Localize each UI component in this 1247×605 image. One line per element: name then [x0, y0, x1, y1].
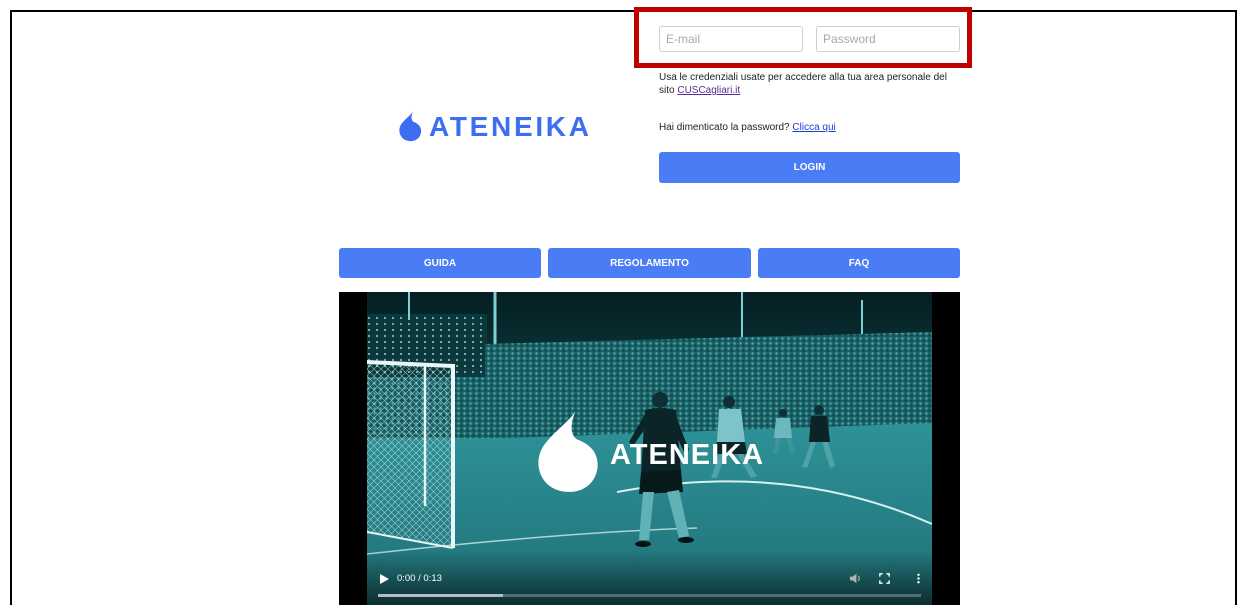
more-options-button[interactable] [912, 572, 925, 585]
forgot-password-text: Hai dimenticato la password? Clicca qui [659, 121, 836, 134]
faq-button[interactable]: FAQ [758, 248, 960, 278]
credentials-note: Usa le credenziali usate per accedere al… [659, 71, 959, 97]
logo-wordmark: ATENEIKA [429, 111, 592, 142]
reset-password-link[interactable]: Clicca qui [792, 122, 835, 133]
play-button[interactable] [378, 573, 390, 585]
time-display: 0:00 / 0:13 [397, 573, 442, 584]
cuscagliari-link[interactable]: CUSCagliari.it [677, 85, 740, 96]
fullscreen-icon [879, 573, 890, 584]
more-options-icon [917, 573, 920, 584]
fullscreen-button[interactable] [878, 572, 891, 585]
volume-button[interactable] [849, 572, 862, 585]
guida-button[interactable]: GUIDA [339, 248, 541, 278]
ateneika-logo: ATENEIKA [397, 111, 592, 142]
progress-bar[interactable] [378, 594, 921, 597]
video-frame[interactable]: ATENEIKA [367, 292, 932, 605]
email-input[interactable] [659, 26, 803, 52]
flame-drop-icon [399, 111, 422, 142]
buffered-bar [378, 594, 503, 597]
goal-net [367, 360, 455, 549]
regolamento-button[interactable]: REGOLAMENTO [548, 248, 751, 278]
forgot-password-label: Hai dimenticato la password? [659, 122, 790, 133]
password-input[interactable] [816, 26, 960, 52]
login-button[interactable]: LOGIN [659, 152, 960, 183]
intro-video-player[interactable]: ATENEIKA 0:00 / 0:13 [339, 292, 960, 605]
volume-icon [849, 573, 860, 584]
play-icon [380, 574, 389, 584]
video-logo-wordmark: ATENEIKA [610, 439, 764, 471]
